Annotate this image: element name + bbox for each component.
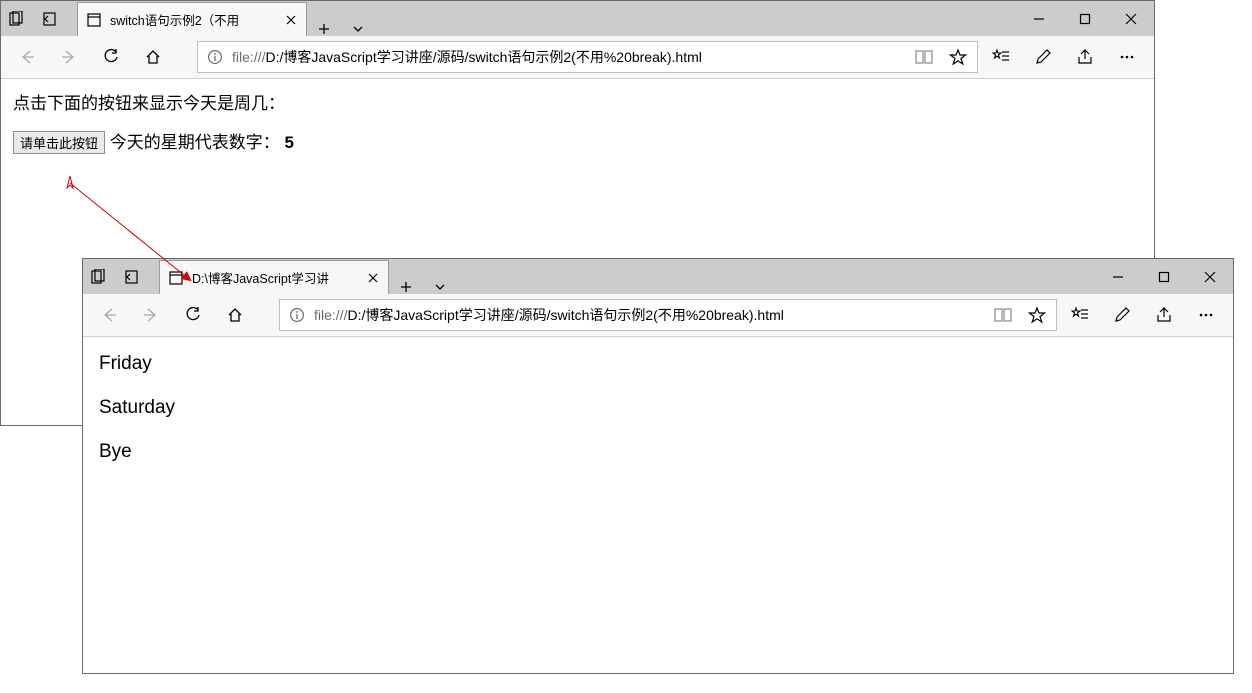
reading-view-icon[interactable] xyxy=(986,300,1020,330)
reading-view-icon[interactable] xyxy=(907,42,941,72)
address-bar[interactable]: file:///D:/博客JavaScript学习讲座/源码/switch语句示… xyxy=(197,41,978,73)
maximize-button[interactable] xyxy=(1062,1,1108,36)
notes-icon[interactable] xyxy=(1022,36,1064,79)
share-icon[interactable] xyxy=(1064,36,1106,79)
back-button[interactable] xyxy=(89,294,129,337)
toolbar-1: file:///D:/博客JavaScript学习讲座/源码/switch语句示… xyxy=(1,36,1154,79)
tab-menu-icon[interactable] xyxy=(423,280,457,294)
tab-active[interactable]: D:\博客JavaScript学习讲 xyxy=(159,260,389,294)
minimize-button[interactable] xyxy=(1016,1,1062,36)
tabs-aside-icon[interactable] xyxy=(83,259,115,294)
tab-title: switch语句示例2（不用 xyxy=(110,10,276,29)
home-button[interactable] xyxy=(133,36,173,79)
output-line-1: Friday xyxy=(99,353,1217,375)
forward-button[interactable] xyxy=(131,294,171,337)
favorites-list-icon[interactable] xyxy=(980,36,1022,79)
settings-menu-icon[interactable] xyxy=(1185,294,1227,337)
address-bar[interactable]: file:///D:/博客JavaScript学习讲座/源码/switch语句示… xyxy=(279,299,1057,331)
set-aside-icon[interactable] xyxy=(33,1,65,36)
site-info-icon[interactable] xyxy=(282,300,312,330)
tab-title: D:\博客JavaScript学习讲 xyxy=(192,268,358,287)
demo-button[interactable]: 请单击此按钮 xyxy=(13,131,105,154)
refresh-button[interactable] xyxy=(173,294,213,337)
favorite-icon[interactable] xyxy=(941,42,975,72)
new-tab-button[interactable] xyxy=(389,280,423,294)
set-aside-icon[interactable] xyxy=(115,259,147,294)
output-line-3: Bye xyxy=(99,441,1217,463)
tabs-aside-icon[interactable] xyxy=(1,1,33,36)
tab-close-icon[interactable] xyxy=(366,271,380,285)
forward-button[interactable] xyxy=(49,36,89,79)
share-icon[interactable] xyxy=(1143,294,1185,337)
close-button[interactable] xyxy=(1108,1,1154,36)
toolbar-2: file:///D:/博客JavaScript学习讲座/源码/switch语句示… xyxy=(83,294,1233,337)
favorites-list-icon[interactable] xyxy=(1059,294,1101,337)
tab-active[interactable]: switch语句示例2（不用 xyxy=(77,2,307,36)
minimize-button[interactable] xyxy=(1095,259,1141,294)
back-button[interactable] xyxy=(7,36,47,79)
tab-menu-icon[interactable] xyxy=(341,22,375,36)
instruction-text: 点击下面的按钮来显示今天是周几： xyxy=(13,89,1142,114)
refresh-button[interactable] xyxy=(91,36,131,79)
notes-icon[interactable] xyxy=(1101,294,1143,337)
favorite-icon[interactable] xyxy=(1020,300,1054,330)
page-content-2: Friday Saturday Bye xyxy=(83,337,1233,673)
titlebar-1: switch语句示例2（不用 xyxy=(1,1,1154,36)
titlebar-2: D:\博客JavaScript学习讲 xyxy=(83,259,1233,294)
window-controls xyxy=(1095,259,1233,294)
result-value: 5 xyxy=(284,133,293,152)
page-icon xyxy=(168,270,184,286)
settings-menu-icon[interactable] xyxy=(1106,36,1148,79)
home-button[interactable] xyxy=(215,294,255,337)
page-icon xyxy=(86,12,102,28)
close-button[interactable] xyxy=(1187,259,1233,294)
window-controls xyxy=(1016,1,1154,36)
browser-window-2: D:\博客JavaScript学习讲 xyxy=(82,258,1234,674)
url-text: file:///D:/博客JavaScript学习讲座/源码/switch语句示… xyxy=(232,47,905,67)
output-line-2: Saturday xyxy=(99,397,1217,419)
url-text: file:///D:/博客JavaScript学习讲座/源码/switch语句示… xyxy=(314,305,984,325)
tab-close-icon[interactable] xyxy=(284,13,298,27)
maximize-button[interactable] xyxy=(1141,259,1187,294)
result-label: 今天的星期代表数字： xyxy=(110,133,280,152)
site-info-icon[interactable] xyxy=(200,42,230,72)
new-tab-button[interactable] xyxy=(307,22,341,36)
